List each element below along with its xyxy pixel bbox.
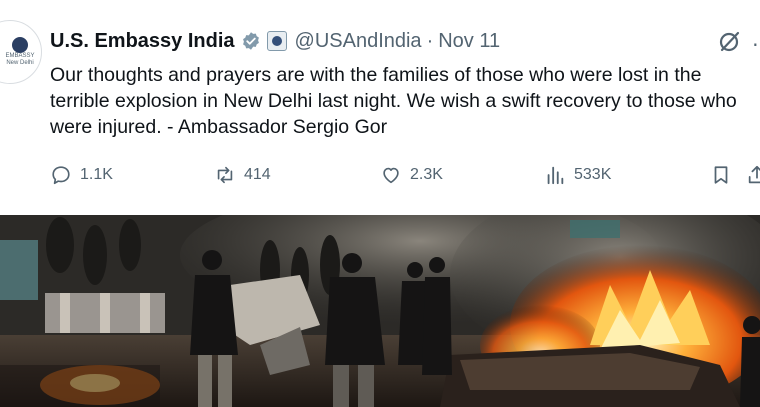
account-name[interactable]: U.S. Embassy India [50, 30, 235, 53]
repost-icon [217, 166, 233, 184]
more-options-icon[interactable]: ⋯ [752, 32, 760, 57]
verified-badge-icon [242, 32, 259, 50]
bookmark-icon [714, 166, 728, 184]
avatar-text-line1: EMBASSY [5, 53, 35, 59]
tweet-text: Our thoughts and prayers are with the fa… [50, 64, 737, 138]
embassy-seal-icon [12, 37, 28, 53]
views-icon [547, 166, 564, 185]
bookmark-button[interactable] [710, 162, 740, 188]
account-handle[interactable]: @USAndIndia [295, 30, 422, 53]
tweet-date[interactable]: Nov 11 [438, 30, 500, 53]
share-button[interactable] [746, 162, 760, 188]
tweet-header: U.S. Embassy India @USAndIndia · Nov 11 [50, 28, 500, 54]
like-button[interactable]: 2.3K [380, 162, 443, 188]
separator-dot: · [426, 29, 434, 52]
tweet-photo[interactable] [0, 215, 760, 407]
government-seal-icon [266, 31, 287, 51]
avatar-text-line2: New Delhi [6, 60, 34, 66]
avatar[interactable]: EMBASSY New Delhi [0, 20, 42, 84]
grok-icon[interactable] [717, 28, 743, 54]
repost-count: 414 [244, 166, 271, 183]
reply-icon [52, 166, 70, 185]
explosion-scene-image [0, 215, 760, 407]
reply-button[interactable]: 1.1K [50, 162, 113, 188]
reply-count: 1.1K [80, 166, 113, 183]
like-icon [383, 167, 399, 184]
action-bar: 1.1K 414 2.3K 533K [50, 162, 760, 188]
share-icon [748, 165, 760, 184]
like-count: 2.3K [410, 166, 443, 183]
views-button[interactable]: 533K [544, 162, 611, 188]
repost-button[interactable]: 414 [214, 162, 271, 188]
views-count: 533K [574, 166, 612, 183]
